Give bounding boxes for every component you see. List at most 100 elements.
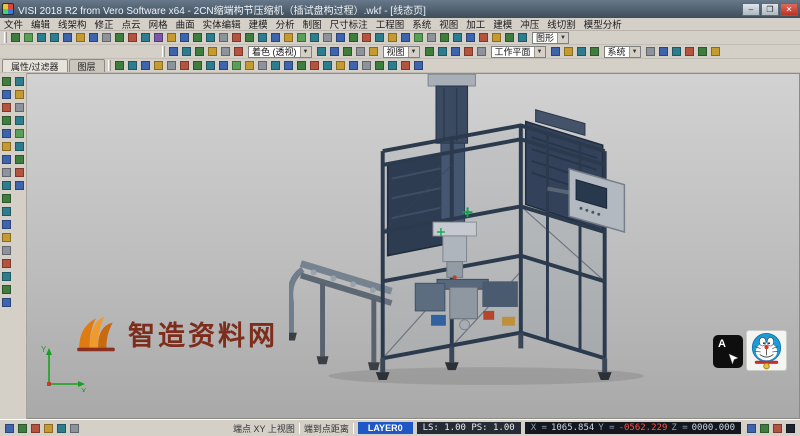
toolbar-icon[interactable] — [549, 45, 562, 58]
toolbar-grip[interactable] — [108, 60, 111, 71]
toolbar-icon[interactable] — [295, 31, 308, 44]
toolbar-icon[interactable] — [758, 422, 771, 435]
toolbar-icon[interactable] — [13, 166, 26, 179]
toolbar-icon[interactable] — [22, 31, 35, 44]
menu-item[interactable]: 曲面 — [172, 18, 199, 31]
toolbar-icon[interactable] — [243, 31, 256, 44]
toolbar-icon[interactable] — [0, 205, 13, 218]
toolbar-icon[interactable] — [562, 45, 575, 58]
toolbar-icon[interactable] — [0, 296, 13, 309]
3d-viewport[interactable]: 智造资料网 Y X A — [27, 73, 800, 419]
toolbar-icon[interactable] — [347, 31, 360, 44]
toolbar-icon[interactable] — [230, 59, 243, 72]
menu-item[interactable]: 实体编辑 — [199, 18, 245, 31]
toolbar-icon[interactable] — [425, 31, 438, 44]
toolbar-icon[interactable] — [490, 31, 503, 44]
toolbar-icon[interactable] — [399, 31, 412, 44]
toolbar-icon[interactable] — [771, 422, 784, 435]
toolbar-icon[interactable] — [165, 59, 178, 72]
toolbar-icon[interactable] — [745, 422, 758, 435]
toolbar-icon[interactable] — [0, 75, 13, 88]
toolbar-icon[interactable] — [477, 31, 490, 44]
menu-item[interactable]: 系统 — [408, 18, 435, 31]
menu-item[interactable]: 建模 — [245, 18, 272, 31]
toolbar-icon[interactable] — [13, 101, 26, 114]
toolbar-icon[interactable] — [0, 179, 13, 192]
menu-item[interactable]: 线切割 — [543, 18, 580, 31]
toolbar-icon[interactable] — [113, 31, 126, 44]
toolbar-icon[interactable] — [282, 59, 295, 72]
toolbar-icon[interactable] — [334, 31, 347, 44]
menu-item[interactable]: 修正 — [91, 18, 118, 31]
toolbar-icon[interactable] — [3, 422, 16, 435]
toolbar-icon[interactable] — [0, 283, 13, 296]
menu-item[interactable]: 制图 — [299, 18, 326, 31]
toolbar-icon[interactable] — [475, 45, 488, 58]
toolbar-icon[interactable] — [48, 31, 61, 44]
input-method-overlay[interactable]: A — [713, 335, 743, 368]
toolbar-icon[interactable] — [503, 31, 516, 44]
toolbar-icon[interactable] — [126, 59, 139, 72]
toolbar-icon[interactable] — [100, 31, 113, 44]
toolbar-icon[interactable] — [334, 59, 347, 72]
toolbar-icon[interactable] — [35, 31, 48, 44]
toolbar-icon[interactable] — [55, 422, 68, 435]
toolbar-icon[interactable] — [180, 45, 193, 58]
menu-item[interactable]: 线架构 — [54, 18, 91, 31]
shading-combo[interactable]: 着色 (透视) ▼ — [248, 46, 312, 58]
toolbar-icon[interactable] — [206, 45, 219, 58]
toolbar-icon[interactable] — [0, 140, 13, 153]
graphics-combo[interactable]: 图形 ▼ — [532, 32, 569, 44]
menu-item[interactable]: 网格 — [145, 18, 172, 31]
menu-item[interactable]: 视图 — [435, 18, 462, 31]
toolbar-icon[interactable] — [42, 422, 55, 435]
toolbar-icon[interactable] — [193, 45, 206, 58]
toolbar-icon[interactable] — [13, 140, 26, 153]
toolbar-icon[interactable] — [367, 45, 380, 58]
toolbar-icon[interactable] — [644, 45, 657, 58]
toolbar-icon[interactable] — [709, 45, 722, 58]
toolbar-icon[interactable] — [13, 75, 26, 88]
toolbar-icon[interactable] — [464, 31, 477, 44]
toolbar-icon[interactable] — [657, 45, 670, 58]
toolbar-icon[interactable] — [269, 31, 282, 44]
toolbar-icon[interactable] — [232, 45, 245, 58]
toolbar-icon[interactable] — [191, 59, 204, 72]
toolbar-icon[interactable] — [217, 31, 230, 44]
toolbar-icon[interactable] — [13, 127, 26, 140]
toolbar-icon[interactable] — [360, 31, 373, 44]
toolbar-icon[interactable] — [282, 31, 295, 44]
toolbar-icon[interactable] — [256, 59, 269, 72]
toolbar-icon[interactable] — [13, 153, 26, 166]
toolbar-icon[interactable] — [204, 59, 217, 72]
toolbar-icon[interactable] — [139, 59, 152, 72]
toolbar-icon[interactable] — [412, 59, 425, 72]
toolbar-icon[interactable] — [178, 31, 191, 44]
menu-item[interactable]: 模型分析 — [580, 18, 626, 31]
menu-item[interactable]: 编辑 — [27, 18, 54, 31]
toolbar-icon[interactable] — [0, 231, 13, 244]
toolbar-icon[interactable] — [321, 31, 334, 44]
menu-item[interactable]: 加工 — [462, 18, 489, 31]
toolbar-icon[interactable] — [328, 45, 341, 58]
toolbar-icon[interactable] — [462, 45, 475, 58]
tab-properties-filter[interactable]: 属性/过滤器 — [2, 59, 68, 72]
toolbar-icon[interactable] — [204, 31, 217, 44]
toolbar-icon[interactable] — [0, 153, 13, 166]
tab-layers[interactable]: 图层 — [69, 59, 105, 72]
system-combo[interactable]: 系统 ▼ — [604, 46, 641, 58]
toolbar-grip[interactable] — [4, 32, 7, 43]
toolbar-icon[interactable] — [373, 31, 386, 44]
toolbar-icon[interactable] — [516, 31, 529, 44]
toolbar-icon[interactable] — [178, 59, 191, 72]
toolbar-icon[interactable] — [219, 45, 232, 58]
toolbar-icon[interactable] — [0, 88, 13, 101]
toolbar-icon[interactable] — [139, 31, 152, 44]
cad-model-machine[interactable] — [289, 74, 654, 390]
menu-item[interactable]: 建模 — [489, 18, 516, 31]
toolbar-icon[interactable] — [308, 31, 321, 44]
toolbar-icon[interactable] — [354, 45, 367, 58]
menu-item[interactable]: 工程图 — [372, 18, 409, 31]
toolbar-icon[interactable] — [0, 218, 13, 231]
toolbar-icon[interactable] — [360, 59, 373, 72]
